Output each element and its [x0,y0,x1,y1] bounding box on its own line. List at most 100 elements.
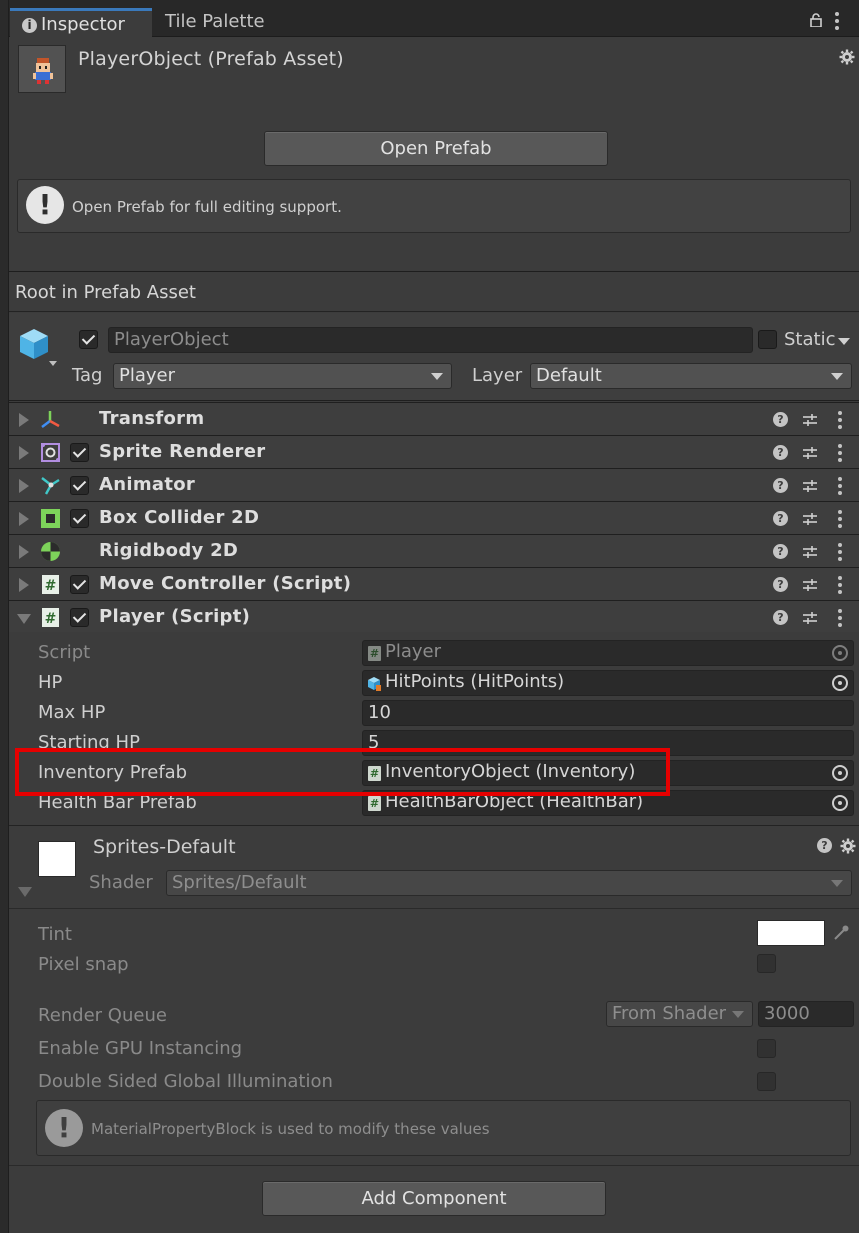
static-dropdown-icon[interactable] [838,338,850,345]
preset-icon[interactable] [802,412,818,428]
context-menu-icon[interactable] [838,444,842,462]
help-icon[interactable]: ? [773,610,788,625]
box-collider-icon [41,509,60,528]
open-prefab-helpbox: ! Open Prefab for full editing support. [17,179,851,233]
foldout-icon[interactable] [19,512,29,526]
static-label[interactable]: Static [784,329,835,350]
layer-dropdown[interactable]: Default [530,363,852,389]
object-picker-icon[interactable] [832,765,848,781]
script-icon: # [42,575,59,594]
player-sprite-icon [33,58,53,84]
preset-icon[interactable] [802,445,818,461]
maxhp-field[interactable]: 10 [362,700,854,726]
context-menu-icon[interactable] [838,510,842,528]
foldout-icon[interactable] [19,578,29,592]
preset-icon[interactable] [802,610,818,626]
preset-icon[interactable] [802,511,818,527]
asset-title: PlayerObject (Prefab Asset) [78,48,344,70]
material-name: Sprites-Default [93,836,236,858]
help-icon[interactable]: ? [773,577,788,592]
material-foldout-icon[interactable] [18,887,32,897]
enable-checkbox[interactable] [70,608,89,627]
enable-checkbox[interactable] [70,509,89,528]
render-queue-dropdown: From Shader [606,1001,753,1027]
component-rigidbody-2d[interactable]: Rigidbody 2D ? [9,534,859,567]
preset-icon[interactable] [802,577,818,593]
component-animator[interactable]: Animator ? [9,468,859,501]
component-player-script[interactable]: # Player (Script) ? [9,600,859,633]
chevron-down-icon [732,1011,744,1018]
context-menu-icon[interactable] [838,576,842,594]
enable-checkbox[interactable] [70,476,89,495]
preset-icon[interactable] [802,478,818,494]
material-help-text: MaterialPropertyBlock is used to modify … [91,1120,490,1138]
foldout-icon[interactable] [19,413,29,427]
component-box-collider-2d[interactable]: Box Collider 2D ? [9,501,859,534]
double-sided-gi-checkbox [757,1072,776,1091]
hp-field[interactable]: HitPoints (HitPoints) [362,670,854,696]
component-name: Move Controller (Script) [99,573,352,594]
double-sided-gi-label: Double Sided Global Illumination [38,1071,333,1092]
material-section: Sprites-Default ? Shader Sprites/Default… [9,825,859,1165]
help-icon[interactable]: ? [773,445,788,460]
eyedropper-icon [834,925,849,940]
context-menu-icon[interactable] [838,609,842,627]
shader-label: Shader [89,872,153,893]
lock-icon[interactable] [809,13,823,27]
help-icon[interactable]: ? [773,511,788,526]
maxhp-label: Max HP [38,702,106,723]
script-icon: # [368,796,381,811]
script-icon: # [368,646,381,661]
component-name: Box Collider 2D [99,507,260,528]
open-prefab-help-text: Open Prefab for full editing support. [72,198,342,216]
help-icon[interactable]: ? [773,478,788,493]
gameobject-name-field[interactable]: PlayerObject [108,327,753,353]
render-queue-label: Render Queue [38,1005,167,1026]
help-icon[interactable]: ? [817,838,832,853]
foldout-open-icon[interactable] [17,614,31,624]
static-checkbox[interactable] [758,330,777,349]
gameobject-cube-icon[interactable] [18,327,58,369]
tint-color-swatch [757,920,825,946]
add-component-button[interactable]: Add Component [262,1181,606,1216]
context-menu-icon[interactable] [838,411,842,429]
help-icon[interactable]: ? [773,412,788,427]
component-transform[interactable]: Transform ? [9,402,859,435]
settings-gear-icon[interactable] [840,838,856,854]
context-menu-icon[interactable] [838,477,842,495]
tab-menu-icon[interactable] [835,12,839,30]
object-picker-icon[interactable] [832,675,848,691]
foldout-icon[interactable] [19,479,29,493]
warning-icon: ! [45,1109,83,1147]
gameobject-header: PlayerObject Static Tag Player Layer Def… [9,313,859,401]
tab-inspector[interactable]: i Inspector [10,8,152,37]
layer-label: Layer [472,365,523,386]
help-icon[interactable]: ? [773,544,788,559]
component-sprite-renderer[interactable]: Sprite Renderer ? [9,435,859,468]
enable-checkbox[interactable] [70,575,89,594]
tag-label: Tag [72,365,103,386]
pixel-snap-label: Pixel snap [38,954,129,975]
foldout-icon[interactable] [19,545,29,559]
shader-dropdown: Sprites/Default [166,870,852,896]
component-name: Transform [99,408,205,429]
settings-gear-icon[interactable] [839,49,855,65]
tab-tile-palette[interactable]: Tile Palette [153,8,281,37]
gameobject-active-checkbox[interactable] [79,330,98,349]
asset-header: PlayerObject (Prefab Asset) Open Prefab … [9,37,859,272]
foldout-icon[interactable] [19,446,29,460]
chevron-down-icon [831,880,843,887]
object-picker-icon [832,645,848,661]
open-prefab-button[interactable]: Open Prefab [264,131,608,166]
preset-icon[interactable] [802,544,818,560]
component-move-controller[interactable]: # Move Controller (Script) ? [9,567,859,600]
material-preview [38,841,76,877]
info-icon: i [22,18,37,33]
enable-checkbox[interactable] [70,443,89,462]
material-property-block-helpbox: ! MaterialPropertyBlock is used to modif… [36,1100,851,1156]
svg-text:#: # [45,578,57,594]
left-edge-panel [0,0,9,1233]
tag-dropdown[interactable]: Player [113,363,452,389]
context-menu-icon[interactable] [838,543,842,561]
object-picker-icon[interactable] [832,795,848,811]
